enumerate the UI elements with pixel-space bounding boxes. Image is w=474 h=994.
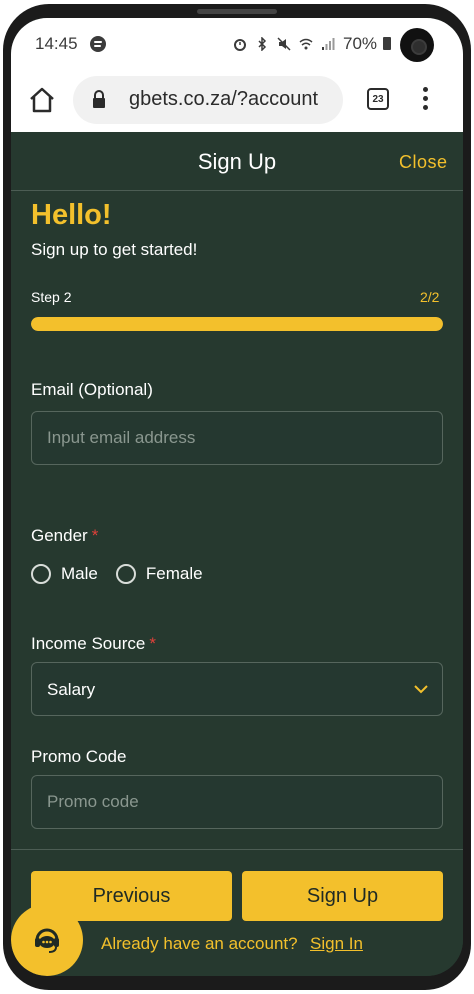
- gender-radio-group: Male Female: [31, 564, 221, 584]
- already-have-account-text: Already have an account?: [101, 934, 298, 953]
- alarm-icon: [234, 39, 246, 51]
- greeting-subheading: Sign up to get started!: [31, 240, 198, 259]
- battery-percent: 70%: [343, 34, 378, 53]
- close-button[interactable]: Close: [399, 152, 448, 173]
- chat-support-button[interactable]: [11, 904, 83, 976]
- url-text: gbets.co.za/?account: [129, 88, 319, 110]
- income-source-value: Salary: [47, 680, 96, 699]
- gender-label-text: Gender: [31, 526, 88, 545]
- step-label: Step 2: [31, 289, 72, 305]
- radio-button[interactable]: [115, 564, 136, 584]
- income-source-label-text: Income Source: [31, 634, 146, 653]
- radio-label: Female: [145, 564, 203, 583]
- lock-icon: [93, 90, 105, 108]
- email-input[interactable]: [31, 411, 443, 465]
- sign-in-link[interactable]: Sign In: [310, 934, 363, 954]
- step-count: 2/2: [420, 289, 440, 305]
- address-bar[interactable]: gbets.co.za/?account: [73, 76, 343, 124]
- phone-frame: 14:45 70% gbets.co.za/?account 23 Sign U…: [0, 0, 474, 994]
- home-icon[interactable]: [28, 86, 56, 114]
- front-camera: [400, 28, 434, 62]
- spotify-icon: [90, 36, 106, 52]
- signal-icon: [322, 38, 335, 50]
- battery-icon: [383, 37, 391, 50]
- required-mark: *: [149, 634, 156, 653]
- progress-fill: [31, 317, 443, 331]
- status-bar: 14:45 70%: [11, 18, 463, 70]
- required-mark: *: [91, 526, 99, 545]
- radio-button[interactable]: [31, 564, 51, 584]
- tab-switcher-icon[interactable]: 23: [367, 88, 389, 110]
- email-label: Email (Optional): [31, 380, 153, 399]
- greeting-heading: Hello!: [31, 199, 112, 231]
- mute-icon: [277, 37, 291, 51]
- status-icons: [233, 34, 335, 54]
- phone-screen: 14:45 70% gbets.co.za/?account 23 Sign U…: [11, 18, 463, 976]
- income-source-select[interactable]: Salary: [31, 662, 443, 716]
- gender-option-male[interactable]: Male: [31, 564, 98, 584]
- modal-title: Sign Up: [197, 149, 277, 174]
- radio-label: Male: [61, 564, 98, 583]
- promo-code-label: Promo Code: [31, 747, 127, 766]
- browser-toolbar: gbets.co.za/?account 23: [11, 70, 463, 132]
- footer-divider: [11, 849, 463, 850]
- wifi-icon: [299, 38, 313, 50]
- promo-code-input[interactable]: [31, 775, 443, 829]
- progress-bar: [31, 317, 443, 331]
- signup-modal: Sign Up Close Hello! Sign up to get star…: [11, 132, 463, 976]
- headset-chat-icon: [35, 928, 59, 953]
- modal-header: Sign Up Close: [11, 132, 463, 191]
- sign-up-button[interactable]: Sign Up: [242, 871, 443, 921]
- more-menu-icon[interactable]: [423, 87, 429, 113]
- phone-speaker: [197, 9, 277, 14]
- bluetooth-icon: [258, 37, 267, 51]
- income-source-label: Income Source *: [31, 634, 156, 654]
- gender-label: Gender *: [31, 526, 98, 546]
- chevron-down-icon: [414, 685, 428, 694]
- gender-option-female[interactable]: Female: [115, 564, 203, 584]
- status-time: 14:45: [35, 34, 78, 53]
